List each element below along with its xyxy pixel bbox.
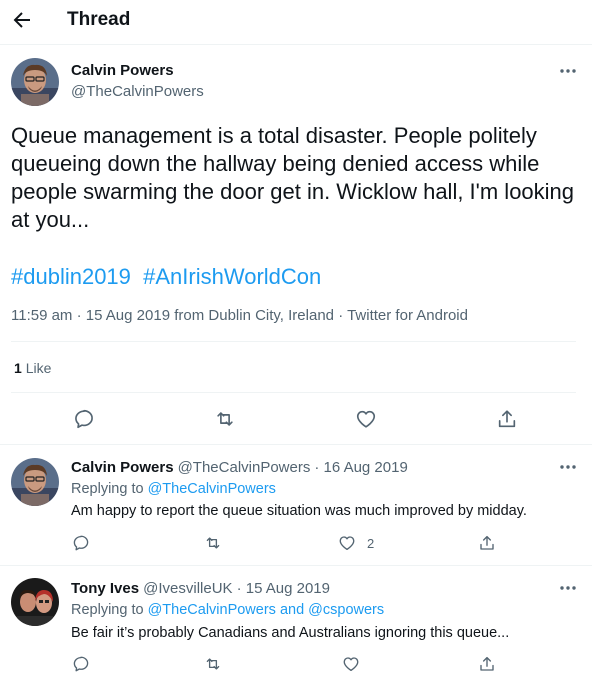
more-icon[interactable] [557,580,579,596]
author-name[interactable]: Calvin Powers [71,62,174,79]
reply-header: Calvin Powers @TheCalvinPowers · 16 Aug … [71,459,408,476]
share-icon[interactable] [496,408,518,430]
replying-label: Replying to [71,481,144,497]
meta-separator: · [76,307,82,324]
replying-label: Replying to [71,602,144,618]
tweet-date[interactable]: 15 Aug 2019 [86,307,170,324]
like-icon[interactable] [338,534,356,552]
more-icon[interactable] [557,459,579,475]
retweet-icon[interactable] [204,534,222,552]
likes-number: 1 [14,360,22,376]
reply-date[interactable]: · 16 Aug 2019 [314,459,407,476]
author-handle[interactable]: @IvesvilleUK [143,580,232,597]
more-icon[interactable] [557,63,579,79]
author-handle[interactable]: @TheCalvinPowers [178,459,311,476]
tweet-text: Queue management is a total disaster. Pe… [11,123,575,232]
tweet-source[interactable]: Twitter for Android [347,307,468,324]
retweet-icon[interactable] [214,408,236,430]
divider [11,341,576,342]
divider [11,392,576,393]
reply-date[interactable]: · 15 Aug 2019 [237,580,330,597]
page-title: Thread [67,9,131,30]
reply-text: Be fair it’s probably Canadians and Aust… [71,625,510,641]
reply-icon[interactable] [73,408,95,430]
back-arrow-icon[interactable] [10,8,34,32]
like-icon[interactable] [355,408,377,430]
author-name[interactable]: Calvin Powers [71,459,174,476]
tweet-location[interactable]: Dublin City, Ireland [208,307,334,324]
share-icon[interactable] [478,534,496,552]
meta-separator: · [338,307,344,324]
replying-to-link[interactable]: @TheCalvinPowers and @cspowers [148,602,385,618]
hashtag-link[interactable]: #AnIrishWorldCon [143,264,321,289]
divider [0,565,592,566]
avatar[interactable] [11,578,59,626]
author-name[interactable]: Tony Ives [71,580,139,597]
header-bar: Thread [0,0,592,45]
reply-header: Tony Ives @IvesvilleUK · 15 Aug 2019 [71,580,330,597]
retweet-icon[interactable] [204,655,222,673]
avatar[interactable] [11,58,59,106]
like-icon[interactable] [342,655,360,673]
share-icon[interactable] [478,655,496,673]
author-handle[interactable]: @TheCalvinPowers [71,83,204,100]
from-label: from [174,307,205,324]
reply-icon[interactable] [72,534,90,552]
likes-label: Like [25,360,52,376]
divider [0,444,592,445]
like-count: 2 [367,536,375,551]
hashtag-link[interactable]: #dublin2019 [11,264,131,289]
replying-to: Replying to @TheCalvinPowers and @cspowe… [71,602,384,618]
replying-to: Replying to @TheCalvinPowers [71,481,276,497]
tweet-meta: 11:59 am · 15 Aug 2019 from Dublin City,… [11,307,468,324]
replying-to-link[interactable]: @TheCalvinPowers [148,481,276,497]
reply-icon[interactable] [72,655,90,673]
reply-text: Am happy to report the queue situation w… [71,503,527,519]
likes-count[interactable]: 1 Like [14,360,51,376]
hashtags: #dublin2019 #AnIrishWorldCon [11,264,321,290]
avatar[interactable] [11,458,59,506]
tweet-time[interactable]: 11:59 am [11,307,72,324]
